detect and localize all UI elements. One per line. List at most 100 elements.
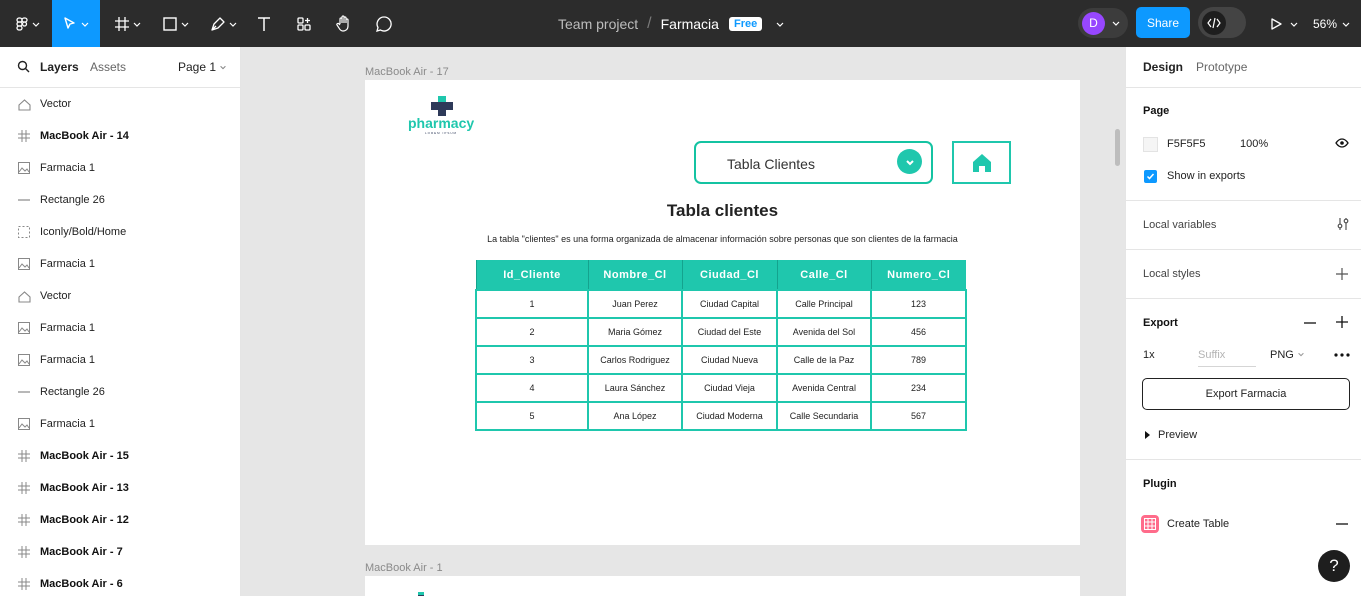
search-icon[interactable] xyxy=(17,60,30,73)
frame-icon xyxy=(115,16,129,31)
adjust-icon[interactable] xyxy=(1336,217,1350,231)
table-cell: Avenida Central xyxy=(776,373,872,403)
pen-tool-button[interactable] xyxy=(204,0,244,47)
layer-item[interactable]: Rectangle 26 xyxy=(0,184,240,216)
resources-button[interactable] xyxy=(292,0,316,47)
layer-item[interactable]: Vector xyxy=(0,88,240,120)
macbook-frame[interactable]: pharmacy LOREM IPSUM Tabla Clientes Tabl… xyxy=(365,80,1080,545)
page-opacity-value[interactable]: 100% xyxy=(1240,138,1268,150)
export-format: PNG xyxy=(1270,349,1294,361)
local-variables-label[interactable]: Local variables xyxy=(1143,219,1216,231)
table-header-cell: Nombre_Cl xyxy=(587,260,682,290)
table-header-cell: Numero_Cl xyxy=(870,260,966,290)
home-button[interactable] xyxy=(952,141,1011,184)
layer-item[interactable]: MacBook Air - 12 xyxy=(0,504,240,536)
plugin-name[interactable]: Create Table xyxy=(1167,518,1229,530)
tab-prototype[interactable]: Prototype xyxy=(1196,60,1247,74)
layer-name: MacBook Air - 12 xyxy=(40,514,129,526)
table-cell: 4 xyxy=(475,373,589,403)
show-in-exports-checkbox[interactable] xyxy=(1144,170,1157,183)
present-button[interactable] xyxy=(1266,0,1302,47)
export-format-select[interactable]: PNG xyxy=(1270,349,1305,361)
table-cell: Juan Perez xyxy=(587,289,683,319)
page-selector[interactable]: Page 1 xyxy=(178,60,227,74)
medical-cross-icon xyxy=(431,96,453,116)
canvas[interactable]: MacBook Air - 17 pharmacy LOREM IPSUM Ta… xyxy=(241,47,1125,596)
file-name[interactable]: Farmacia xyxy=(661,16,719,32)
code-icon xyxy=(1202,10,1226,35)
table-dropdown[interactable]: Tabla Clientes xyxy=(694,141,933,184)
multiplayer-menu[interactable]: D xyxy=(1078,8,1128,38)
tab-layers[interactable]: Layers xyxy=(40,60,79,74)
move-tool-button[interactable] xyxy=(52,0,100,47)
minus-icon[interactable] xyxy=(1304,317,1316,329)
vertical-scrollbar[interactable] xyxy=(1115,129,1120,166)
minus-icon[interactable] xyxy=(1336,523,1348,525)
preview-toggle[interactable]: Preview xyxy=(1158,429,1197,441)
caret-right-icon[interactable] xyxy=(1144,431,1150,439)
layer-item[interactable]: Farmacia 1 xyxy=(0,408,240,440)
hand-tool-button[interactable] xyxy=(332,0,356,47)
vector-icon xyxy=(17,97,31,111)
layer-item[interactable]: Vector xyxy=(0,280,240,312)
table-row: 4 Laura Sánchez Ciudad Vieja Avenida Centra… xyxy=(475,373,967,403)
table-cell: Avenida del Sol xyxy=(776,317,872,347)
table-row: 1 Juan Perez Ciudad Capital Calle Principal… xyxy=(475,289,967,319)
macbook-frame[interactable] xyxy=(365,576,1080,596)
help-button[interactable]: ? xyxy=(1318,550,1350,582)
chevron-down-icon xyxy=(81,22,89,27)
team-name[interactable]: Team project xyxy=(558,16,638,32)
page-section: Page F5F5F5 100% Show in exports xyxy=(1126,88,1361,201)
layer-item[interactable]: Farmacia 1 xyxy=(0,312,240,344)
right-panel-tabs: Design Prototype xyxy=(1126,47,1361,88)
layer-item[interactable]: MacBook Air - 7 xyxy=(0,536,240,568)
frame-tool-button[interactable] xyxy=(108,0,148,47)
shape-tool-button[interactable] xyxy=(156,0,196,47)
layer-item[interactable]: MacBook Air - 6 xyxy=(0,568,240,596)
plus-icon[interactable] xyxy=(1336,316,1348,328)
layer-item[interactable]: MacBook Air - 13 xyxy=(0,472,240,504)
layer-name: Farmacia 1 xyxy=(40,322,96,334)
local-styles-label[interactable]: Local styles xyxy=(1143,268,1200,280)
dev-mode-toggle[interactable] xyxy=(1198,7,1246,38)
layer-item[interactable]: Iconly/Bold/Home xyxy=(0,216,240,248)
tab-design[interactable]: Design xyxy=(1143,60,1183,74)
layer-name: Farmacia 1 xyxy=(40,354,96,366)
zoom-menu[interactable]: 56% xyxy=(1313,0,1351,47)
page-color-value[interactable]: F5F5F5 xyxy=(1167,138,1206,150)
chevron-down-icon[interactable] xyxy=(775,19,785,29)
export-suffix-input[interactable]: Suffix xyxy=(1198,343,1256,367)
section-title: Plugin xyxy=(1143,478,1177,490)
layer-item[interactable]: Farmacia 1 xyxy=(0,248,240,280)
export-scale[interactable]: 1x xyxy=(1143,349,1155,361)
export-button[interactable]: Export Farmacia xyxy=(1142,378,1350,410)
more-options-icon[interactable] xyxy=(1334,353,1350,357)
share-button[interactable]: Share xyxy=(1136,7,1190,38)
frame-label[interactable]: MacBook Air - 17 xyxy=(365,66,449,78)
chevron-down-icon xyxy=(1342,22,1350,27)
table-cell: Ciudad Nueva xyxy=(681,345,778,375)
tab-assets[interactable]: Assets xyxy=(90,60,126,74)
table-cell: Ciudad Moderna xyxy=(681,401,778,431)
layer-item[interactable]: MacBook Air - 14 xyxy=(0,120,240,152)
layer-name: MacBook Air - 14 xyxy=(40,130,129,142)
image-icon xyxy=(17,321,31,335)
avatar[interactable]: D xyxy=(1082,11,1105,35)
layer-item[interactable]: MacBook Air - 15 xyxy=(0,440,240,472)
plus-icon[interactable] xyxy=(1336,268,1348,280)
eye-icon[interactable] xyxy=(1335,138,1349,148)
chevron-down-icon xyxy=(220,65,227,70)
table-cell: 567 xyxy=(870,401,967,431)
layer-item[interactable]: Farmacia 1 xyxy=(0,344,240,376)
color-swatch[interactable] xyxy=(1143,137,1158,152)
cursor-icon xyxy=(64,16,75,29)
layer-name: Vector xyxy=(40,290,72,302)
text-tool-button[interactable] xyxy=(252,0,276,47)
frame-label[interactable]: MacBook Air - 1 xyxy=(365,562,443,574)
component-icon xyxy=(17,225,31,239)
layer-item[interactable]: Rectangle 26 xyxy=(0,376,240,408)
layer-item[interactable]: Farmacia 1 xyxy=(0,152,240,184)
table-cell: 5 xyxy=(475,401,589,431)
main-menu-button[interactable] xyxy=(10,0,46,47)
comment-tool-button[interactable] xyxy=(372,0,396,47)
